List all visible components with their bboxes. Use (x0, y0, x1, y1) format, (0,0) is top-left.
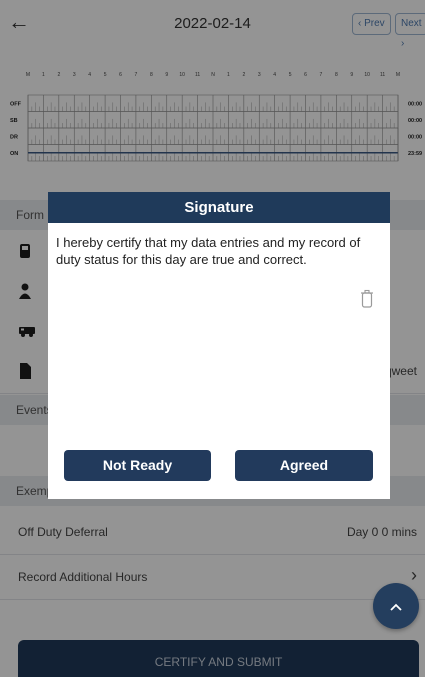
not-ready-button[interactable]: Not Ready (64, 450, 211, 481)
agreed-button[interactable]: Agreed (235, 450, 373, 481)
trash-icon[interactable] (359, 288, 375, 310)
dialog-title: Signature (48, 192, 390, 223)
scroll-up-fab[interactable] (373, 583, 419, 629)
certification-text: I hereby certify that my data entries an… (56, 235, 361, 267)
signature-dialog: Signature I hereby certify that my data … (48, 192, 390, 499)
chevron-up-icon (390, 603, 402, 611)
